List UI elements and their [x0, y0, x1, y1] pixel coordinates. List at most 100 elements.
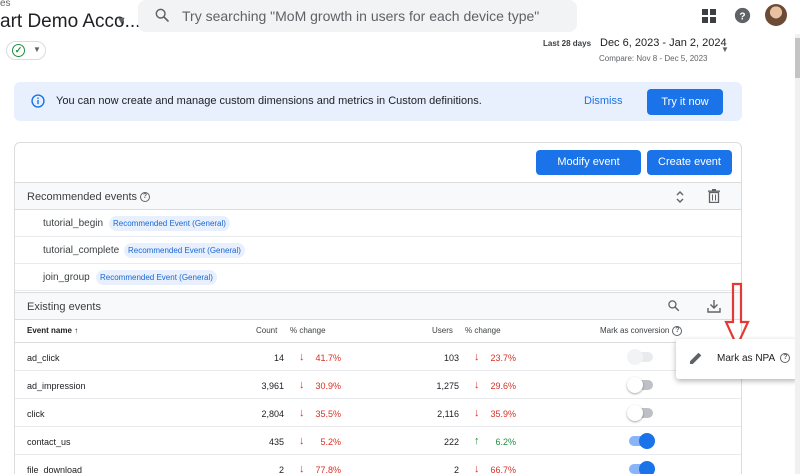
avatar[interactable] [765, 4, 787, 26]
table-row: ad_click 14 ↓ 41.7% 103 ↓ 23.7% [15, 343, 741, 371]
recommended-event-row[interactable]: tutorial_complete Recommended Event (Gen… [15, 237, 741, 264]
users-change: 29.6% [490, 381, 516, 391]
event-users: 103 [443, 353, 459, 363]
banner-message: You can now create and manage custom dim… [56, 95, 482, 107]
info-banner: You can now create and manage custom dim… [14, 82, 742, 121]
arrow-down-icon: ↓ [299, 351, 305, 363]
event-name[interactable]: file_download [27, 465, 82, 474]
conversion-toggle[interactable] [627, 349, 653, 365]
arrow-down-icon: ↓ [299, 407, 305, 419]
top-bar: es art Demo Acco... ▼ Try searching "MoM… [0, 0, 800, 34]
conversion-toggle[interactable] [629, 461, 655, 474]
event-count: 2,804 [261, 409, 284, 419]
scrollbar-track[interactable] [795, 34, 800, 474]
help-icon[interactable]: ? [734, 7, 751, 24]
users-change: 6.2% [495, 437, 516, 447]
edit-icon [690, 352, 702, 364]
event-users: 222 [443, 437, 459, 447]
column-header-mark-as-conversion: Mark as conversion? [600, 326, 683, 336]
event-count: 435 [268, 437, 284, 447]
recommended-event-chip: Recommended Event (General) [109, 216, 230, 231]
event-name[interactable]: contact_us [27, 437, 71, 447]
search-input[interactable]: Try searching "MoM growth in users for e… [182, 8, 539, 24]
users-change: 35.9% [490, 409, 516, 419]
help-circle-icon[interactable]: ? [140, 192, 151, 203]
column-header-count[interactable]: Count [256, 326, 277, 335]
count-change: 35.5% [315, 409, 341, 419]
column-header-event-name[interactable]: Event name ↑ [27, 326, 78, 335]
conversion-toggle[interactable] [629, 433, 655, 449]
events-panel: Modify event Create event Recommended ev… [14, 142, 742, 474]
status-chip[interactable]: ✓ ▼ [6, 41, 46, 60]
svg-text:?: ? [739, 11, 745, 22]
row-context-menu: Mark as NPA ? [676, 339, 798, 379]
arrow-down-icon: ↓ [474, 407, 480, 419]
recommended-event-chip: Recommended Event (General) [124, 243, 245, 258]
recommended-event-name: join_group [43, 272, 90, 283]
try-it-now-button[interactable]: Try it now [647, 89, 723, 115]
event-name[interactable]: ad_click [27, 353, 60, 363]
help-circle-icon[interactable]: ? [672, 326, 683, 336]
event-count: 14 [273, 353, 284, 363]
date-range-picker[interactable]: Last 28 days Dec 6, 2023 - Jan 2, 2024 C… [540, 37, 790, 67]
count-change: 5.2% [320, 437, 341, 447]
table-row: contact_us 435 ↓ 5.2% 222 ↑ 6.2% [15, 427, 741, 455]
breadcrumb[interactable]: es [0, 0, 11, 9]
arrow-down-icon: ↓ [299, 379, 305, 391]
column-header-users-change[interactable]: % change [465, 326, 501, 335]
conversion-toggle[interactable] [627, 405, 653, 421]
scrollbar-thumb[interactable] [795, 38, 800, 78]
arrow-down-icon: ↓ [474, 379, 480, 391]
users-change: 23.7% [490, 353, 516, 363]
existing-events-title: Existing events [27, 301, 101, 313]
mark-as-npa-option[interactable]: Mark as NPA ? [717, 353, 791, 364]
date-range-value[interactable]: Dec 6, 2023 - Jan 2, 2024 [600, 37, 727, 49]
conversion-toggle[interactable] [627, 377, 653, 393]
arrow-up-icon: ↑ [474, 435, 480, 447]
event-users: 2,116 [437, 409, 459, 419]
arrow-down-icon: ↓ [474, 351, 480, 363]
date-compare-value: Compare: Nov 8 - Dec 5, 2023 [599, 54, 708, 63]
recommended-event-row[interactable]: join_group Recommended Event (General) [15, 264, 741, 291]
count-change: 77.8% [315, 465, 341, 474]
create-event-button[interactable]: Create event [647, 150, 732, 175]
table-row: file_download 2 ↓ 77.8% 2 ↓ 66.7% [15, 455, 741, 474]
sort-ascending-icon[interactable]: ↑ [74, 326, 78, 335]
apps-grid-icon[interactable] [702, 9, 716, 23]
help-circle-icon[interactable]: ? [780, 353, 791, 364]
search-bar[interactable]: Try searching "MoM growth in users for e… [138, 0, 577, 32]
search-icon[interactable] [667, 299, 680, 312]
existing-events-header: Existing events [15, 292, 741, 320]
date-range-label: Last 28 days [543, 39, 592, 48]
column-header-users[interactable]: Users [432, 326, 453, 335]
event-count: 3,961 [261, 381, 284, 391]
count-change: 41.7% [315, 353, 341, 363]
table-row: ad_impression 3,961 ↓ 30.9% 1,275 ↓ 29.6… [15, 371, 741, 399]
account-dropdown-icon[interactable]: ▼ [116, 15, 127, 27]
search-icon [155, 8, 169, 22]
download-icon[interactable] [707, 299, 721, 313]
date-dropdown-icon[interactable]: ▼ [721, 45, 729, 54]
column-header-count-change[interactable]: % change [290, 326, 326, 335]
recommended-event-name: tutorial_begin [43, 218, 104, 229]
recommended-event-name: tutorial_complete [43, 245, 120, 256]
expand-collapse-icon[interactable] [675, 189, 685, 205]
delete-icon[interactable] [708, 189, 720, 203]
recommended-events-header: Recommended events? [15, 182, 741, 210]
table-row: click 2,804 ↓ 35.5% 2,116 ↓ 35.9% [15, 399, 741, 427]
event-count: 2 [278, 465, 284, 474]
event-name[interactable]: click [27, 409, 45, 419]
event-users: 2 [453, 465, 459, 474]
recommended-events-title: Recommended events [27, 191, 138, 203]
dismiss-button[interactable]: Dismiss [584, 95, 623, 107]
modify-event-button[interactable]: Modify event [536, 150, 641, 175]
check-circle-icon: ✓ [12, 44, 25, 57]
event-name[interactable]: ad_impression [27, 381, 86, 391]
chevron-down-icon: ▼ [33, 45, 41, 54]
users-change: 66.7% [490, 465, 516, 474]
arrow-down-icon: ↓ [299, 435, 305, 447]
arrow-down-icon: ↓ [474, 463, 480, 474]
recommended-event-chip: Recommended Event (General) [96, 270, 217, 285]
recommended-event-row[interactable]: tutorial_begin Recommended Event (Genera… [15, 210, 741, 237]
arrow-down-icon: ↓ [299, 463, 305, 474]
